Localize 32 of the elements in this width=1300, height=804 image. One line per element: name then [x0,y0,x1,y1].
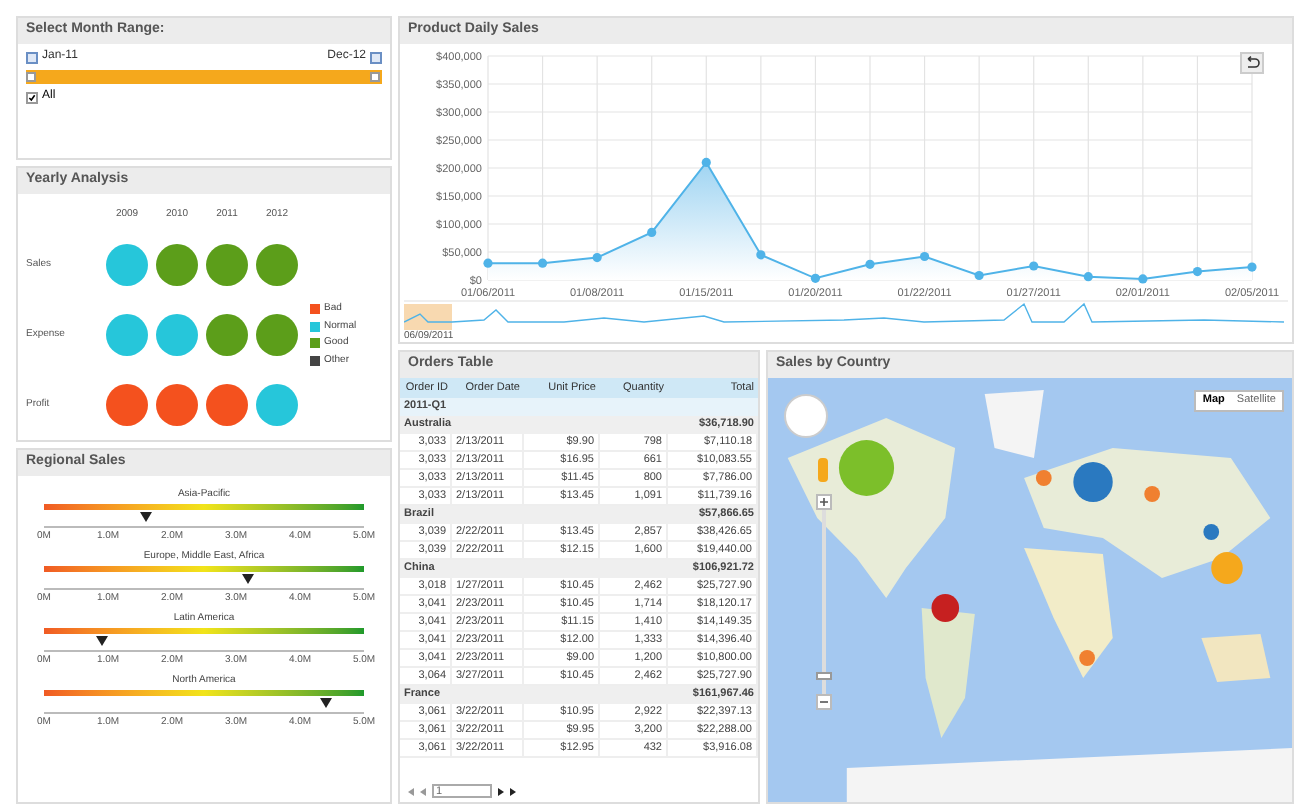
range-slider[interactable] [26,70,382,84]
calendar-icon[interactable] [370,51,382,63]
zoom-slider[interactable] [816,494,832,710]
calendar-icon[interactable] [26,51,38,63]
zoom-out-icon[interactable] [816,694,832,710]
slider-handle[interactable] [370,72,380,82]
slider-handle[interactable] [26,72,36,82]
data-point [701,157,711,167]
all-checkbox[interactable] [26,91,38,103]
undo-icon [1244,56,1260,70]
data-point [865,259,875,269]
reset-zoom-button[interactable] [1240,52,1264,74]
zoom-in-icon[interactable] [816,494,832,510]
pegman-icon[interactable] [818,458,828,482]
data-point [1192,267,1203,277]
last-page-icon[interactable] [510,787,516,795]
first-page-icon[interactable] [408,787,414,795]
data-point [1247,262,1257,272]
data-point [1083,272,1093,282]
data-point [483,258,493,268]
data-point [1138,274,1148,284]
data-point [592,253,602,263]
data-point [647,227,657,237]
data-point [810,273,821,283]
previous-page-icon[interactable] [420,787,426,795]
data-point [537,258,548,268]
data-point [1029,261,1039,271]
next-page-icon[interactable] [498,787,504,795]
data-point [919,251,930,262]
zoom-thumb[interactable] [816,671,832,680]
data-point [756,250,766,260]
data-point [974,270,984,281]
